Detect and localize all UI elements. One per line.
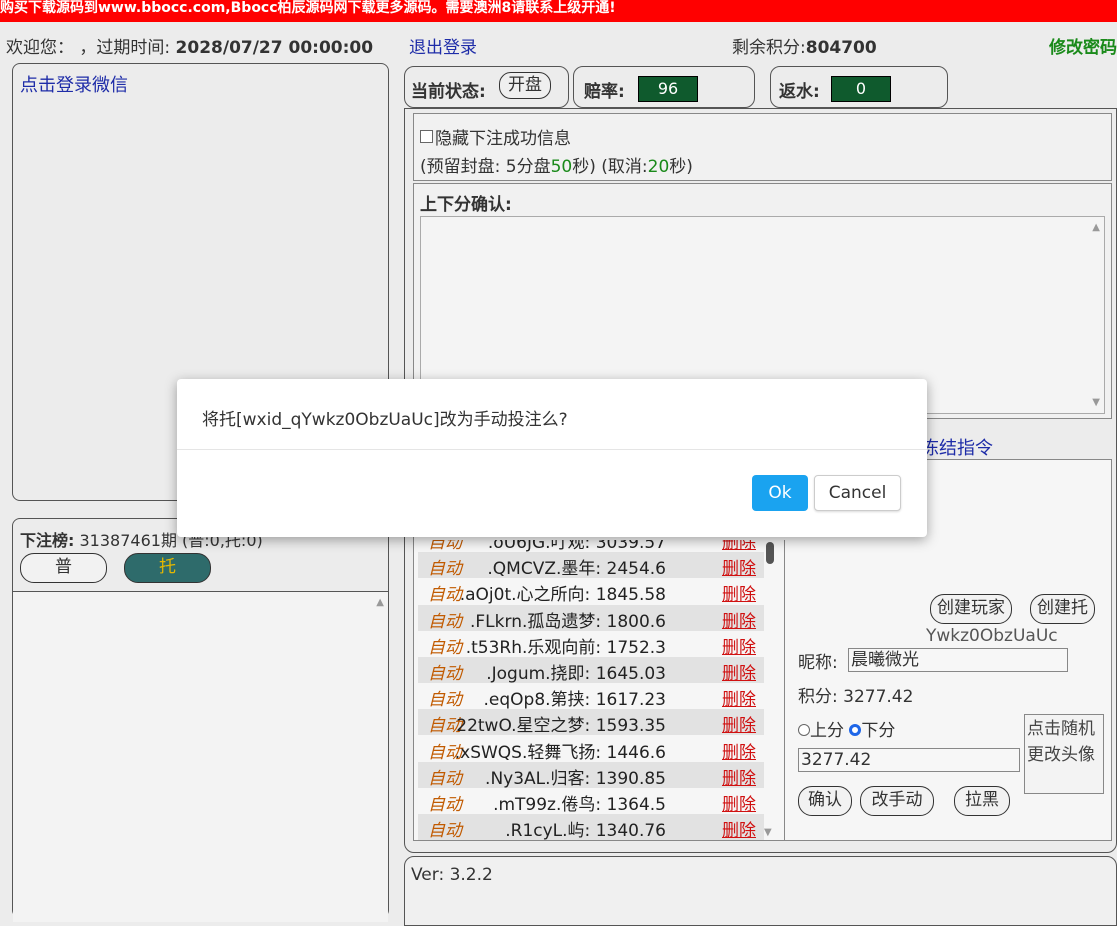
- dialog-separator: [177, 449, 927, 450]
- ok-button[interactable]: Ok: [752, 475, 808, 511]
- confirm-dialog: 将托[wxid_qYwkz0ObzUaUc]改为手动投注么? Ok Cancel: [177, 379, 927, 537]
- cancel-button[interactable]: Cancel: [814, 475, 901, 511]
- dialog-message: 将托[wxid_qYwkz0ObzUaUc]改为手动投注么?: [202, 410, 568, 430]
